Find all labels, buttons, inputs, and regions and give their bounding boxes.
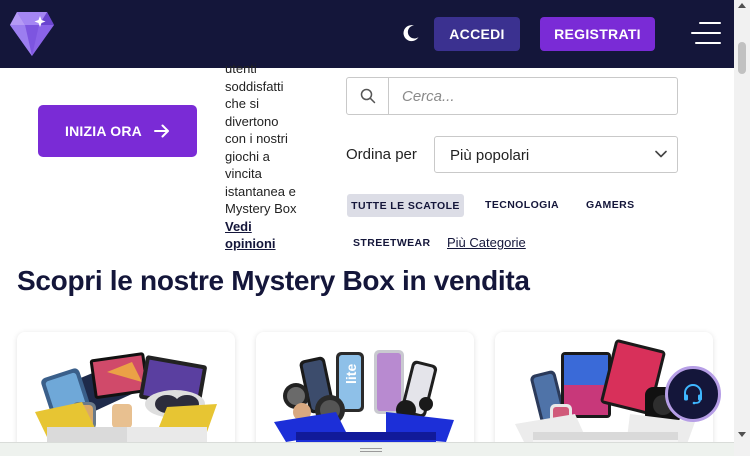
sort-select[interactable]: Più popolari: [434, 136, 678, 173]
blurb-line: utenti: [225, 61, 257, 76]
view-reviews-link[interactable]: Vedi opinioni: [225, 218, 317, 253]
search-icon: [360, 88, 376, 104]
start-now-button[interactable]: INIZIA ORA: [38, 105, 197, 157]
mystery-box-card[interactable]: [17, 332, 235, 456]
blurb-line: vincita: [225, 166, 262, 181]
filter-chip-gamers[interactable]: GAMERS: [586, 199, 635, 211]
start-now-label: INIZIA ORA: [65, 123, 142, 139]
chevron-down-icon: [655, 150, 667, 158]
blurb-line: giochi a: [225, 148, 270, 164]
more-categories-link[interactable]: Più Categorie: [447, 235, 526, 250]
section-title: Scopri le nostre Mystery Box in vendita: [17, 265, 530, 296]
moon-icon[interactable]: [401, 23, 421, 43]
hero-blurb: utenti soddisfatti che si divertono con …: [225, 60, 317, 253]
diamond-logo-icon[interactable]: [9, 10, 55, 58]
blurb-line: Mystery Box: [225, 201, 297, 216]
blurb-line: istantanea e: [225, 183, 296, 199]
search-input[interactable]: [402, 86, 662, 106]
hamburger-menu-icon[interactable]: [689, 22, 721, 46]
filter-chip-streetwear[interactable]: STREETWEAR: [353, 237, 431, 249]
sort-label: Ordina per: [346, 146, 417, 163]
drag-handle-icon[interactable]: [360, 448, 382, 452]
blurb-line: che si: [225, 96, 259, 111]
support-chat-button[interactable]: [665, 366, 721, 422]
mystery-box-image: lite: [274, 350, 454, 456]
blurb-line: divertono: [225, 113, 279, 129]
scroll-down-arrow-icon[interactable]: [738, 432, 746, 437]
svg-text:lite: lite: [343, 364, 359, 384]
filter-chip-all-boxes[interactable]: TUTTE LE SCATOLE: [347, 194, 464, 217]
login-button[interactable]: ACCEDI: [434, 17, 520, 51]
top-navigation-bar: ACCEDI REGISTRATI: [0, 0, 734, 68]
bottom-drag-strip[interactable]: [0, 442, 734, 456]
filter-chip-technology[interactable]: TECNOLOGIA: [485, 199, 559, 211]
blurb-line: soddisfatti: [225, 78, 284, 94]
view-reviews-link-line: Vedi: [225, 218, 252, 234]
blurb-line: con i nostri: [225, 131, 288, 146]
page: ACCEDI REGISTRATI INIZIA ORA utenti sodd…: [0, 0, 750, 456]
sort-selected-value: Più popolari: [450, 147, 530, 164]
mystery-box-card[interactable]: lite: [256, 332, 474, 456]
search-box[interactable]: [346, 77, 678, 115]
view-reviews-link-line: opinioni: [225, 236, 276, 251]
register-button[interactable]: REGISTRATI: [540, 17, 655, 51]
arrow-right-icon: [153, 124, 169, 138]
scroll-up-arrow-icon[interactable]: [738, 3, 746, 8]
vertical-scrollbar[interactable]: [734, 0, 750, 456]
mystery-box-image: [35, 352, 217, 456]
headset-icon: [684, 384, 702, 405]
search-icon-box[interactable]: [347, 78, 389, 114]
scrollbar-thumb[interactable]: [738, 42, 746, 74]
